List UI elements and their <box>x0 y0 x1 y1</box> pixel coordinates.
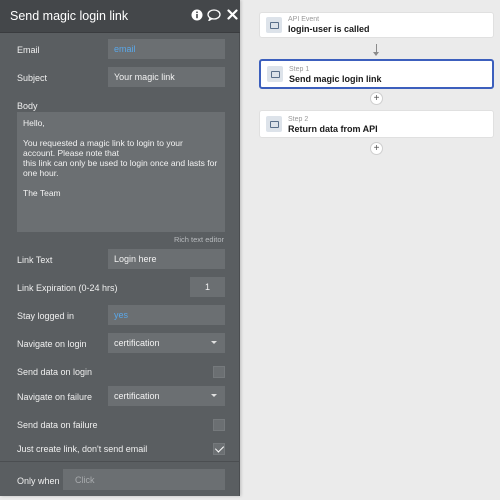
body-line: this link can only be used to login once… <box>23 158 218 168</box>
arrow-down-icon <box>373 52 379 56</box>
body-line <box>23 128 219 138</box>
email-action-icon <box>267 66 283 82</box>
just-create-link-checkbox[interactable] <box>213 443 225 455</box>
panel-header: Send magic login link <box>0 0 240 33</box>
navigate-on-login-value: certification <box>114 338 160 348</box>
divider <box>0 461 240 462</box>
navigate-on-failure-value: certification <box>114 391 160 401</box>
body-label: Body <box>17 101 38 111</box>
step-card-2[interactable]: Step 2 Return data from API <box>259 110 494 138</box>
event-card[interactable]: API Event login-user is called <box>259 12 494 38</box>
just-create-link-label: Just create link, don't send email <box>17 444 148 454</box>
step-card-1[interactable]: Step 1 Send magic login link <box>259 59 494 89</box>
subject-label: Subject <box>17 73 48 83</box>
add-step-icon[interactable]: + <box>370 92 383 105</box>
link-expiration-label: Link Expiration (0-24 hrs) <box>17 283 118 293</box>
email-label: Email <box>17 45 40 55</box>
comment-icon[interactable] <box>207 9 221 23</box>
body-line: The Team <box>23 188 61 198</box>
body-line: one hour. <box>23 168 59 178</box>
event-type: API Event <box>288 16 320 23</box>
api-event-icon <box>266 17 282 33</box>
navigate-on-failure-label: Navigate on failure <box>17 392 93 402</box>
stay-logged-in-field[interactable]: yes <box>108 305 225 325</box>
only-when-label: Only when <box>17 476 60 486</box>
step-name: Send magic login link <box>289 74 382 84</box>
link-expiration-field[interactable]: 1 <box>190 277 225 297</box>
only-when-field[interactable]: Click <box>63 469 225 490</box>
add-step-icon[interactable]: + <box>370 142 383 155</box>
send-data-on-failure-label: Send data on failure <box>17 420 98 430</box>
panel-title: Send magic login link <box>10 9 129 23</box>
subject-field[interactable]: Your magic link <box>108 67 225 87</box>
send-data-on-login-label: Send data on login <box>17 367 93 377</box>
navigate-on-login-dropdown[interactable]: certification <box>108 333 225 353</box>
event-name: login-user is called <box>288 24 370 34</box>
email-field[interactable]: email <box>108 39 225 59</box>
navigate-on-failure-dropdown[interactable]: certification <box>108 386 225 406</box>
property-editor-panel: Send magic login link Email email Subjec… <box>0 0 240 496</box>
link-text-field[interactable]: Login here <box>108 249 225 269</box>
step-name: Return data from API <box>288 124 378 134</box>
database-icon <box>266 116 282 132</box>
body-line: Hello, <box>23 118 45 128</box>
stay-logged-in-label: Stay logged in <box>17 311 75 321</box>
close-icon[interactable] <box>225 9 239 23</box>
step-number: Step 1 <box>289 66 310 73</box>
link-text-label: Link Text <box>17 255 53 265</box>
send-data-on-login-checkbox[interactable] <box>213 366 225 378</box>
info-icon[interactable] <box>190 9 204 23</box>
rich-text-editor-link[interactable]: Rich text editor <box>174 235 224 244</box>
step-number: Step 2 <box>288 116 309 123</box>
body-line: account. Please note that <box>23 148 119 158</box>
chevron-down-icon <box>211 341 217 344</box>
body-line <box>23 178 219 188</box>
body-line: You requested a magic link to login to y… <box>23 138 183 148</box>
navigate-on-login-label: Navigate on login <box>17 339 87 349</box>
send-data-on-failure-checkbox[interactable] <box>213 419 225 431</box>
body-textarea[interactable]: Hello, You requested a magic link to log… <box>17 112 225 232</box>
chevron-down-icon <box>211 394 217 397</box>
